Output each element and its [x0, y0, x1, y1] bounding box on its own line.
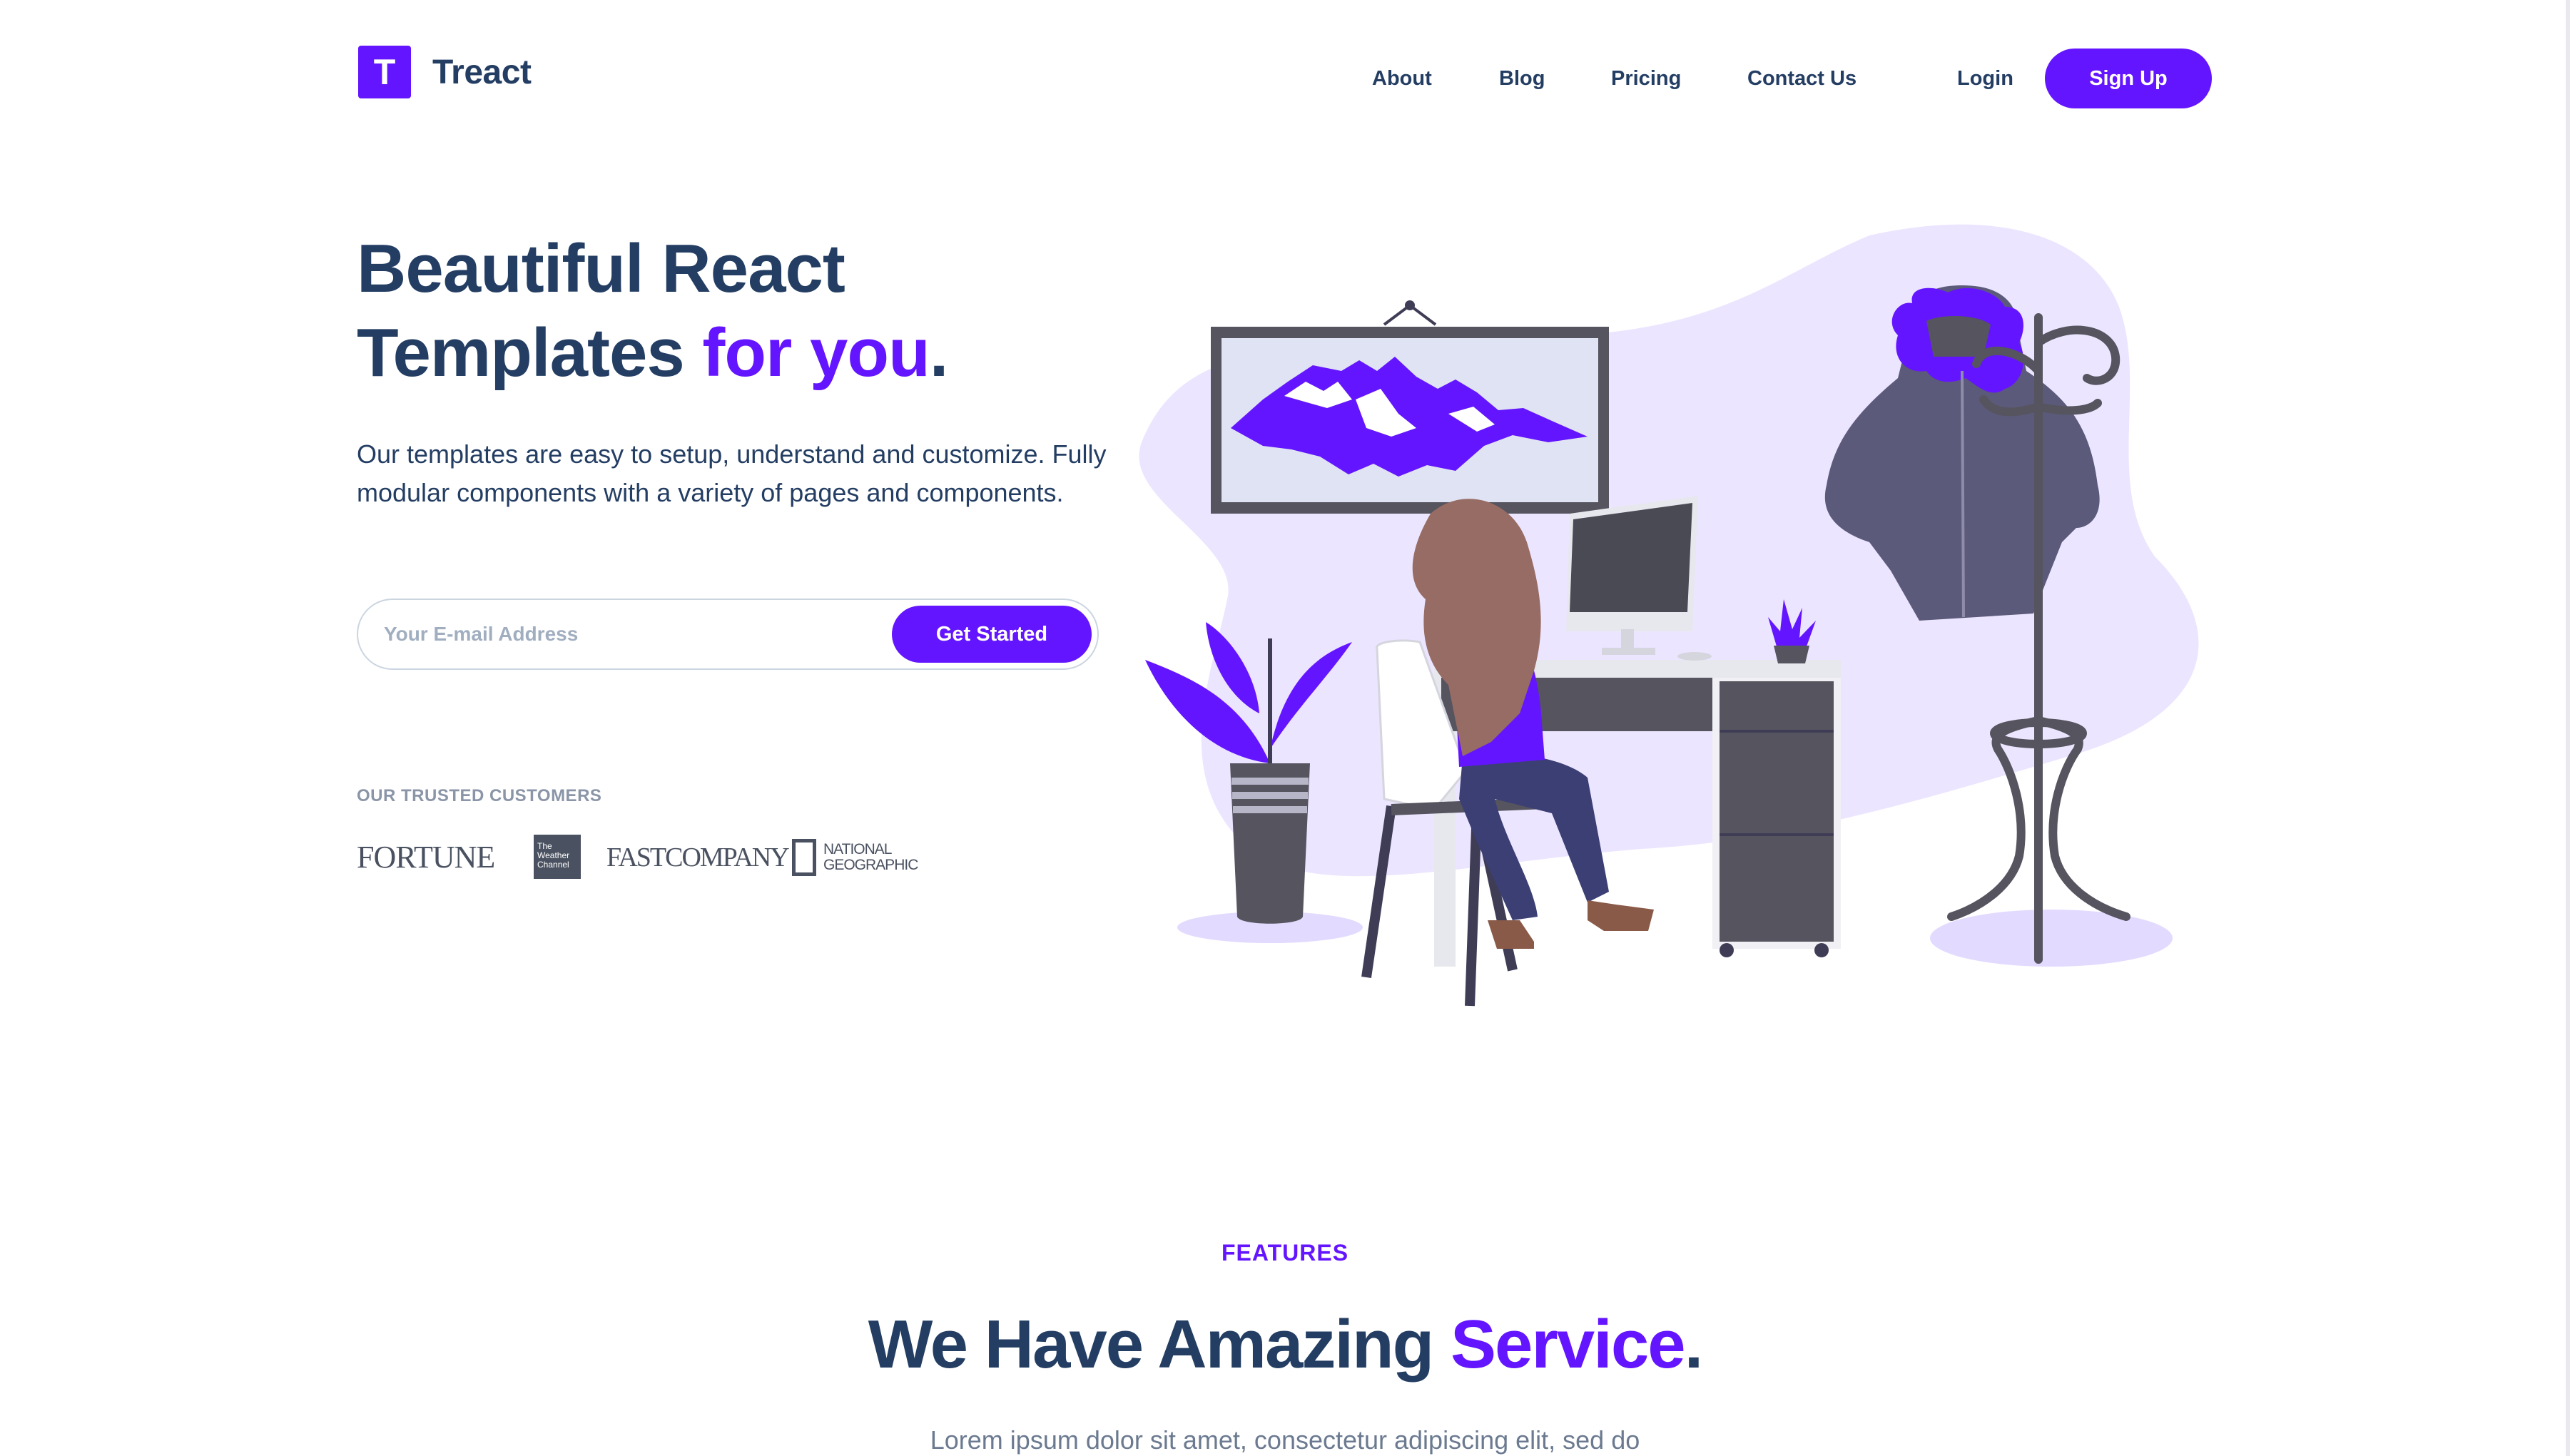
hero-title-line1: Beautiful React [357, 230, 845, 307]
hero-title-period: . [929, 315, 949, 391]
national-geographic-logo: NATIONAL GEOGRAPHIC [792, 839, 918, 876]
natgeo-frame-icon [792, 839, 816, 876]
features-title-period: . [1684, 1306, 1704, 1383]
natgeo-line-2: GEOGRAPHIC [823, 857, 918, 873]
features-subheading: FEATURES [1221, 1240, 1349, 1266]
mountain-picture-icon [1211, 300, 1609, 514]
hero-illustration [1139, 224, 2199, 1007]
weather-channel-logo: The Weather Channel [534, 835, 581, 879]
hero-title: Beautiful React Templates for you. [357, 227, 1213, 395]
login-link[interactable]: Login [1957, 49, 2013, 108]
fortune-logo: FORTUNE [357, 840, 495, 875]
coat-rack-shadow [1930, 910, 2173, 967]
top-nav: About Blog Pricing Contact Us Login Sign… [0, 49, 2570, 108]
fast-company-logo: FASTCOMPANY [606, 842, 790, 872]
hero-title-line2: Templates [357, 315, 703, 391]
nav-link-contact-us[interactable]: Contact Us [1747, 49, 1857, 108]
page-scrollbar[interactable] [2566, 0, 2570, 1456]
features-title-accent: Service [1450, 1306, 1686, 1383]
nav-link-about[interactable]: About [1372, 49, 1432, 108]
natgeo-text: NATIONAL GEOGRAPHIC [823, 842, 918, 873]
nav-link-pricing[interactable]: Pricing [1611, 49, 1681, 108]
features-description: Lorem ipsum dolor sit amet, consectetur … [930, 1425, 1640, 1455]
features-title-main: We Have Amazing [868, 1306, 1451, 1383]
signup-button[interactable]: Sign Up [2045, 49, 2212, 108]
email-input[interactable] [384, 600, 826, 668]
trusted-customers-label: OUR TRUSTED CUSTOMERS [357, 786, 602, 805]
natgeo-line-1: NATIONAL [823, 841, 892, 857]
get-started-button[interactable]: Get Started [892, 606, 1092, 663]
signup-form: Get Started [357, 599, 1099, 670]
nav-link-blog[interactable]: Blog [1499, 49, 1545, 108]
weather-line-3: Channel [537, 860, 569, 870]
features-title: We Have Amazing Service. [0, 1305, 2570, 1384]
hero-description: Our templates are easy to setup, underst… [357, 439, 1107, 507]
hero-title-accent: for you [702, 315, 930, 391]
